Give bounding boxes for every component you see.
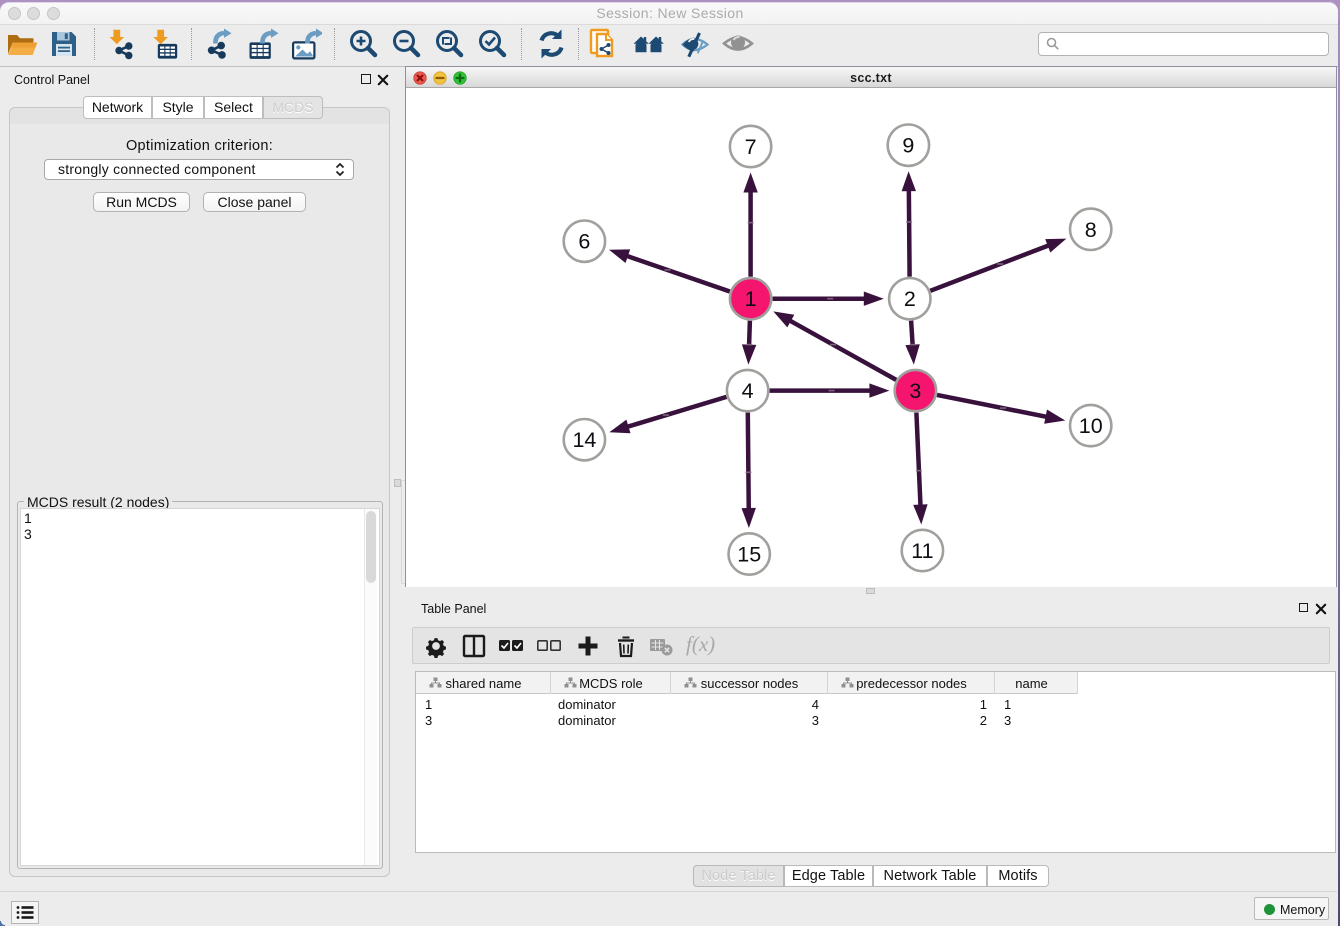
svg-text:8: 8 (1085, 218, 1097, 242)
svg-text:3: 3 (909, 379, 921, 403)
svg-text:6: 6 (578, 230, 590, 254)
svg-text:7: 7 (745, 135, 757, 159)
svg-text:9: 9 (902, 134, 914, 158)
svg-text:15: 15 (737, 543, 761, 567)
svg-text:1: 1 (745, 287, 757, 311)
svg-text:10: 10 (1079, 414, 1103, 438)
svg-text:11: 11 (911, 539, 933, 563)
svg-text:14: 14 (572, 428, 596, 452)
svg-text:2: 2 (904, 287, 916, 311)
svg-text:4: 4 (742, 379, 754, 403)
